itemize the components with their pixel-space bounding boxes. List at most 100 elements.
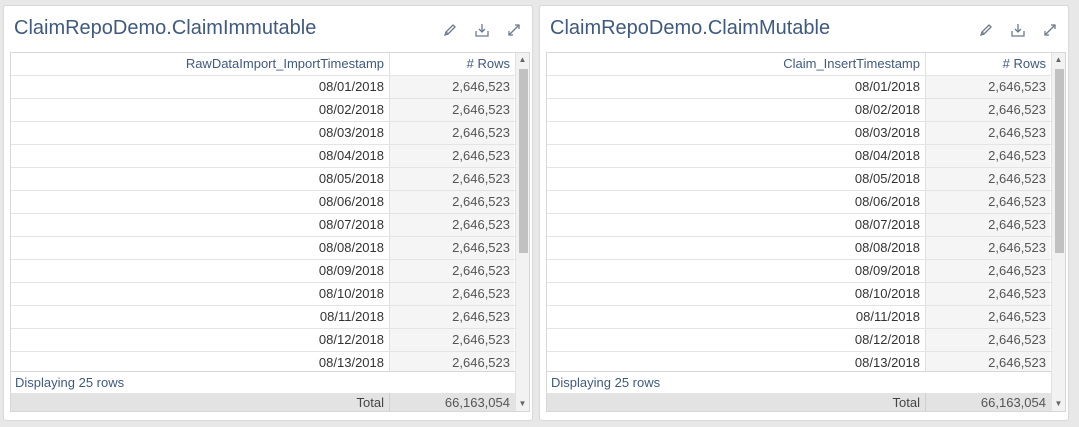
column-header-timestamp[interactable]: Claim_InsertTimestamp xyxy=(547,53,926,75)
expand-icon[interactable] xyxy=(1040,20,1060,40)
date-cell: 08/06/2018 xyxy=(547,191,926,213)
count-cell: 2,646,523 xyxy=(926,214,1050,236)
date-cell: 08/03/2018 xyxy=(547,122,926,144)
table-row: 08/04/2018 2,646,523 xyxy=(11,145,516,168)
table-row: 08/08/2018 2,646,523 xyxy=(11,237,516,260)
panel-title: ClaimRepoDemo.ClaimMutable xyxy=(550,17,831,39)
date-cell: 08/05/2018 xyxy=(11,168,390,190)
table-row: 08/08/2018 2,646,523 xyxy=(547,237,1052,260)
count-cell: 2,646,523 xyxy=(926,283,1050,305)
expand-icon[interactable] xyxy=(504,20,524,40)
count-cell: 2,646,523 xyxy=(926,329,1050,351)
count-cell: 2,646,523 xyxy=(390,76,514,98)
panel-claim-immutable: ClaimRepoDemo.ClaimImmutable RawDataImpo… xyxy=(3,5,533,421)
data-grid: Claim_InsertTimestamp # Rows 08/01/2018 2… xyxy=(546,52,1066,412)
date-cell: 08/01/2018 xyxy=(11,76,390,98)
data-grid: RawDataImport_ImportTimestamp # Rows 08/… xyxy=(10,52,530,412)
count-cell: 2,646,523 xyxy=(926,168,1050,190)
date-cell: 08/07/2018 xyxy=(547,214,926,236)
table-row: 08/02/2018 2,646,523 xyxy=(547,99,1052,122)
grid-header-row: RawDataImport_ImportTimestamp # Rows xyxy=(11,53,516,76)
column-header-rows[interactable]: # Rows xyxy=(390,53,514,75)
count-cell: 2,646,523 xyxy=(926,122,1050,144)
date-cell: 08/07/2018 xyxy=(11,214,390,236)
download-icon[interactable] xyxy=(1008,20,1028,40)
table-row: 08/02/2018 2,646,523 xyxy=(11,99,516,122)
panel-toolbar xyxy=(976,20,1060,40)
date-cell: 08/04/2018 xyxy=(11,145,390,167)
table-row: 08/01/2018 2,646,523 xyxy=(11,76,516,99)
count-cell: 2,646,523 xyxy=(390,260,514,282)
date-cell: 08/10/2018 xyxy=(11,283,390,305)
row-count-label: Displaying 25 rows xyxy=(11,371,516,393)
count-cell: 2,646,523 xyxy=(390,237,514,259)
pencil-icon[interactable] xyxy=(976,20,996,40)
table-row: 08/13/2018 2,646,523 xyxy=(547,352,1052,371)
count-cell: 2,646,523 xyxy=(926,76,1050,98)
date-cell: 08/02/2018 xyxy=(547,99,926,121)
table-row: 08/11/2018 2,646,523 xyxy=(547,306,1052,329)
date-cell: 08/11/2018 xyxy=(11,306,390,328)
count-cell: 2,646,523 xyxy=(390,214,514,236)
table-row: 08/04/2018 2,646,523 xyxy=(547,145,1052,168)
table-row: 08/05/2018 2,646,523 xyxy=(11,168,516,191)
total-label: Total xyxy=(11,393,390,411)
vertical-scrollbar[interactable]: ▲ ▼ xyxy=(1051,53,1065,411)
table-row: 08/07/2018 2,646,523 xyxy=(547,214,1052,237)
caret-up-icon[interactable]: ▲ xyxy=(1052,53,1065,67)
table-row: 08/12/2018 2,646,523 xyxy=(11,329,516,352)
date-cell: 08/10/2018 xyxy=(547,283,926,305)
date-cell: 08/08/2018 xyxy=(547,237,926,259)
date-cell: 08/09/2018 xyxy=(11,260,390,282)
caret-down-icon[interactable]: ▼ xyxy=(1052,397,1065,411)
count-cell: 2,646,523 xyxy=(926,145,1050,167)
caret-up-icon[interactable]: ▲ xyxy=(516,53,529,67)
caret-down-icon[interactable]: ▼ xyxy=(516,397,529,411)
table-row: 08/07/2018 2,646,523 xyxy=(11,214,516,237)
count-cell: 2,646,523 xyxy=(390,329,514,351)
column-header-timestamp[interactable]: RawDataImport_ImportTimestamp xyxy=(11,53,390,75)
count-cell: 2,646,523 xyxy=(390,191,514,213)
date-cell: 08/05/2018 xyxy=(547,168,926,190)
total-row: Total 66,163,054 xyxy=(11,393,516,411)
scrollbar-thumb[interactable] xyxy=(519,69,528,253)
column-header-rows[interactable]: # Rows xyxy=(926,53,1050,75)
table-row: 08/06/2018 2,646,523 xyxy=(547,191,1052,214)
count-cell: 2,646,523 xyxy=(926,306,1050,328)
table-row: 08/06/2018 2,646,523 xyxy=(11,191,516,214)
table-row: 08/01/2018 2,646,523 xyxy=(547,76,1052,99)
table-row: 08/12/2018 2,646,523 xyxy=(547,329,1052,352)
date-cell: 08/01/2018 xyxy=(547,76,926,98)
table-row: 08/11/2018 2,646,523 xyxy=(11,306,516,329)
total-row: Total 66,163,054 xyxy=(547,393,1052,411)
date-cell: 08/11/2018 xyxy=(547,306,926,328)
pencil-icon[interactable] xyxy=(440,20,460,40)
date-cell: 08/08/2018 xyxy=(11,237,390,259)
scrollbar-thumb[interactable] xyxy=(1055,69,1064,253)
grid-body: Claim_InsertTimestamp # Rows 08/01/2018 2… xyxy=(547,53,1052,371)
count-cell: 2,646,523 xyxy=(390,145,514,167)
table-row: 08/05/2018 2,646,523 xyxy=(547,168,1052,191)
count-cell: 2,646,523 xyxy=(926,352,1050,371)
panel-toolbar xyxy=(440,20,524,40)
date-cell: 08/12/2018 xyxy=(547,329,926,351)
panel-title: ClaimRepoDemo.ClaimImmutable xyxy=(14,17,317,39)
panel-claim-mutable: ClaimRepoDemo.ClaimMutable Claim_InsertT… xyxy=(539,5,1069,421)
total-label: Total xyxy=(547,393,926,411)
count-cell: 2,646,523 xyxy=(390,122,514,144)
grid-body: RawDataImport_ImportTimestamp # Rows 08/… xyxy=(11,53,516,371)
table-row: 08/10/2018 2,646,523 xyxy=(11,283,516,306)
download-icon[interactable] xyxy=(472,20,492,40)
table-row: 08/10/2018 2,646,523 xyxy=(547,283,1052,306)
date-cell: 08/02/2018 xyxy=(11,99,390,121)
date-cell: 08/09/2018 xyxy=(547,260,926,282)
vertical-scrollbar[interactable]: ▲ ▼ xyxy=(515,53,529,411)
count-cell: 2,646,523 xyxy=(926,237,1050,259)
date-cell: 08/13/2018 xyxy=(11,352,390,371)
table-row: 08/13/2018 2,646,523 xyxy=(11,352,516,371)
count-cell: 2,646,523 xyxy=(390,99,514,121)
grid-header-row: Claim_InsertTimestamp # Rows xyxy=(547,53,1052,76)
total-value: 66,163,054 xyxy=(444,395,510,410)
date-cell: 08/03/2018 xyxy=(11,122,390,144)
table-row: 08/03/2018 2,646,523 xyxy=(547,122,1052,145)
